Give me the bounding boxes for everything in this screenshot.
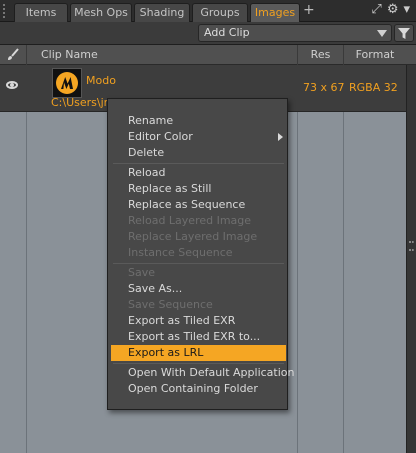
menu-item-save-as[interactable]: Save As... xyxy=(111,281,286,297)
menu-item-replace-as-sequence[interactable]: Replace as Sequence xyxy=(111,197,286,213)
drag-grip-icon[interactable] xyxy=(3,4,9,18)
tab-bar: Items Mesh Ops Shading Groups Images + ⤢… xyxy=(0,0,416,22)
menu-item-replace-as-still[interactable]: Replace as Still xyxy=(111,181,286,197)
menu-separator xyxy=(113,163,284,164)
column-header-clip-name[interactable]: Clip Name xyxy=(26,45,297,65)
funnel-icon xyxy=(398,28,410,39)
chevron-down-icon xyxy=(377,30,387,37)
menu-item-instance-sequence: Instance Sequence xyxy=(128,246,233,259)
column-divider xyxy=(26,65,27,453)
clip-res: 73 x 67 xyxy=(303,81,345,94)
brush-icon[interactable] xyxy=(7,48,19,61)
tab-groups[interactable]: Groups xyxy=(192,3,248,22)
eye-icon[interactable] xyxy=(6,81,18,89)
chevron-down-icon[interactable]: ▾ xyxy=(403,2,410,17)
menu-item-open-default-app[interactable]: Open With Default Application xyxy=(111,365,295,381)
menu-item-save-sequence: Save Sequence xyxy=(128,298,213,311)
column-divider xyxy=(343,65,344,453)
list-header: Clip Name Res Format xyxy=(0,45,416,65)
menu-separator xyxy=(113,263,284,264)
scrollbar-grip-icon[interactable] xyxy=(409,241,414,251)
menu-item-replace-layered-image: Replace Layered Image xyxy=(128,230,258,243)
scrollbar[interactable] xyxy=(406,65,416,453)
clip-thumbnail xyxy=(52,68,82,98)
clip-path: C:\Users\jm xyxy=(51,96,115,109)
menu-item-rename[interactable]: Rename xyxy=(111,113,286,129)
menu-item-export-as-lrl[interactable]: Export as LRL xyxy=(111,345,286,361)
clip-format: RGBA 32 xyxy=(349,81,398,94)
column-divider xyxy=(297,65,298,453)
column-header-format[interactable]: Format xyxy=(343,45,406,65)
menu-item-label: Editor Color xyxy=(128,130,193,143)
menu-separator xyxy=(113,363,284,364)
gear-icon[interactable]: ⚙ xyxy=(387,2,399,17)
modo-logo-icon xyxy=(56,72,78,94)
add-clip-dropdown[interactable]: Add Clip xyxy=(198,24,392,42)
menu-item-export-tiled-exr-to[interactable]: Export as Tiled EXR to... xyxy=(111,329,286,345)
filter-button[interactable] xyxy=(394,24,414,42)
menu-item-open-containing-folder[interactable]: Open Containing Folder xyxy=(111,381,286,397)
tab-tools: ⤢ ⚙ ▾ xyxy=(371,2,410,17)
tab-items[interactable]: Items xyxy=(14,3,68,22)
column-header-res[interactable]: Res xyxy=(297,45,343,65)
tab-shading[interactable]: Shading xyxy=(134,3,190,22)
submenu-arrow-icon xyxy=(278,133,283,141)
add-clip-label: Add Clip xyxy=(204,26,250,39)
expand-icon[interactable]: ⤢ xyxy=(371,2,381,17)
tab-mesh-ops[interactable]: Mesh Ops xyxy=(70,3,132,22)
clip-name: Modo xyxy=(86,74,116,87)
menu-item-delete[interactable]: Delete xyxy=(111,145,286,161)
menu-item-editor-color[interactable]: Editor Color xyxy=(111,129,286,145)
toolbar: Add Clip xyxy=(0,22,416,45)
menu-item-reload-layered-image: Reload Layered Image xyxy=(128,214,252,227)
context-menu: Rename Editor Color Delete Reload Replac… xyxy=(107,98,295,410)
menu-item-reload[interactable]: Reload xyxy=(111,165,286,181)
menu-item-export-tiled-exr[interactable]: Export as Tiled EXR xyxy=(111,313,286,329)
tab-images[interactable]: Images xyxy=(250,3,300,22)
menu-item-save: Save xyxy=(128,266,156,279)
add-tab-button[interactable]: + xyxy=(303,2,315,18)
